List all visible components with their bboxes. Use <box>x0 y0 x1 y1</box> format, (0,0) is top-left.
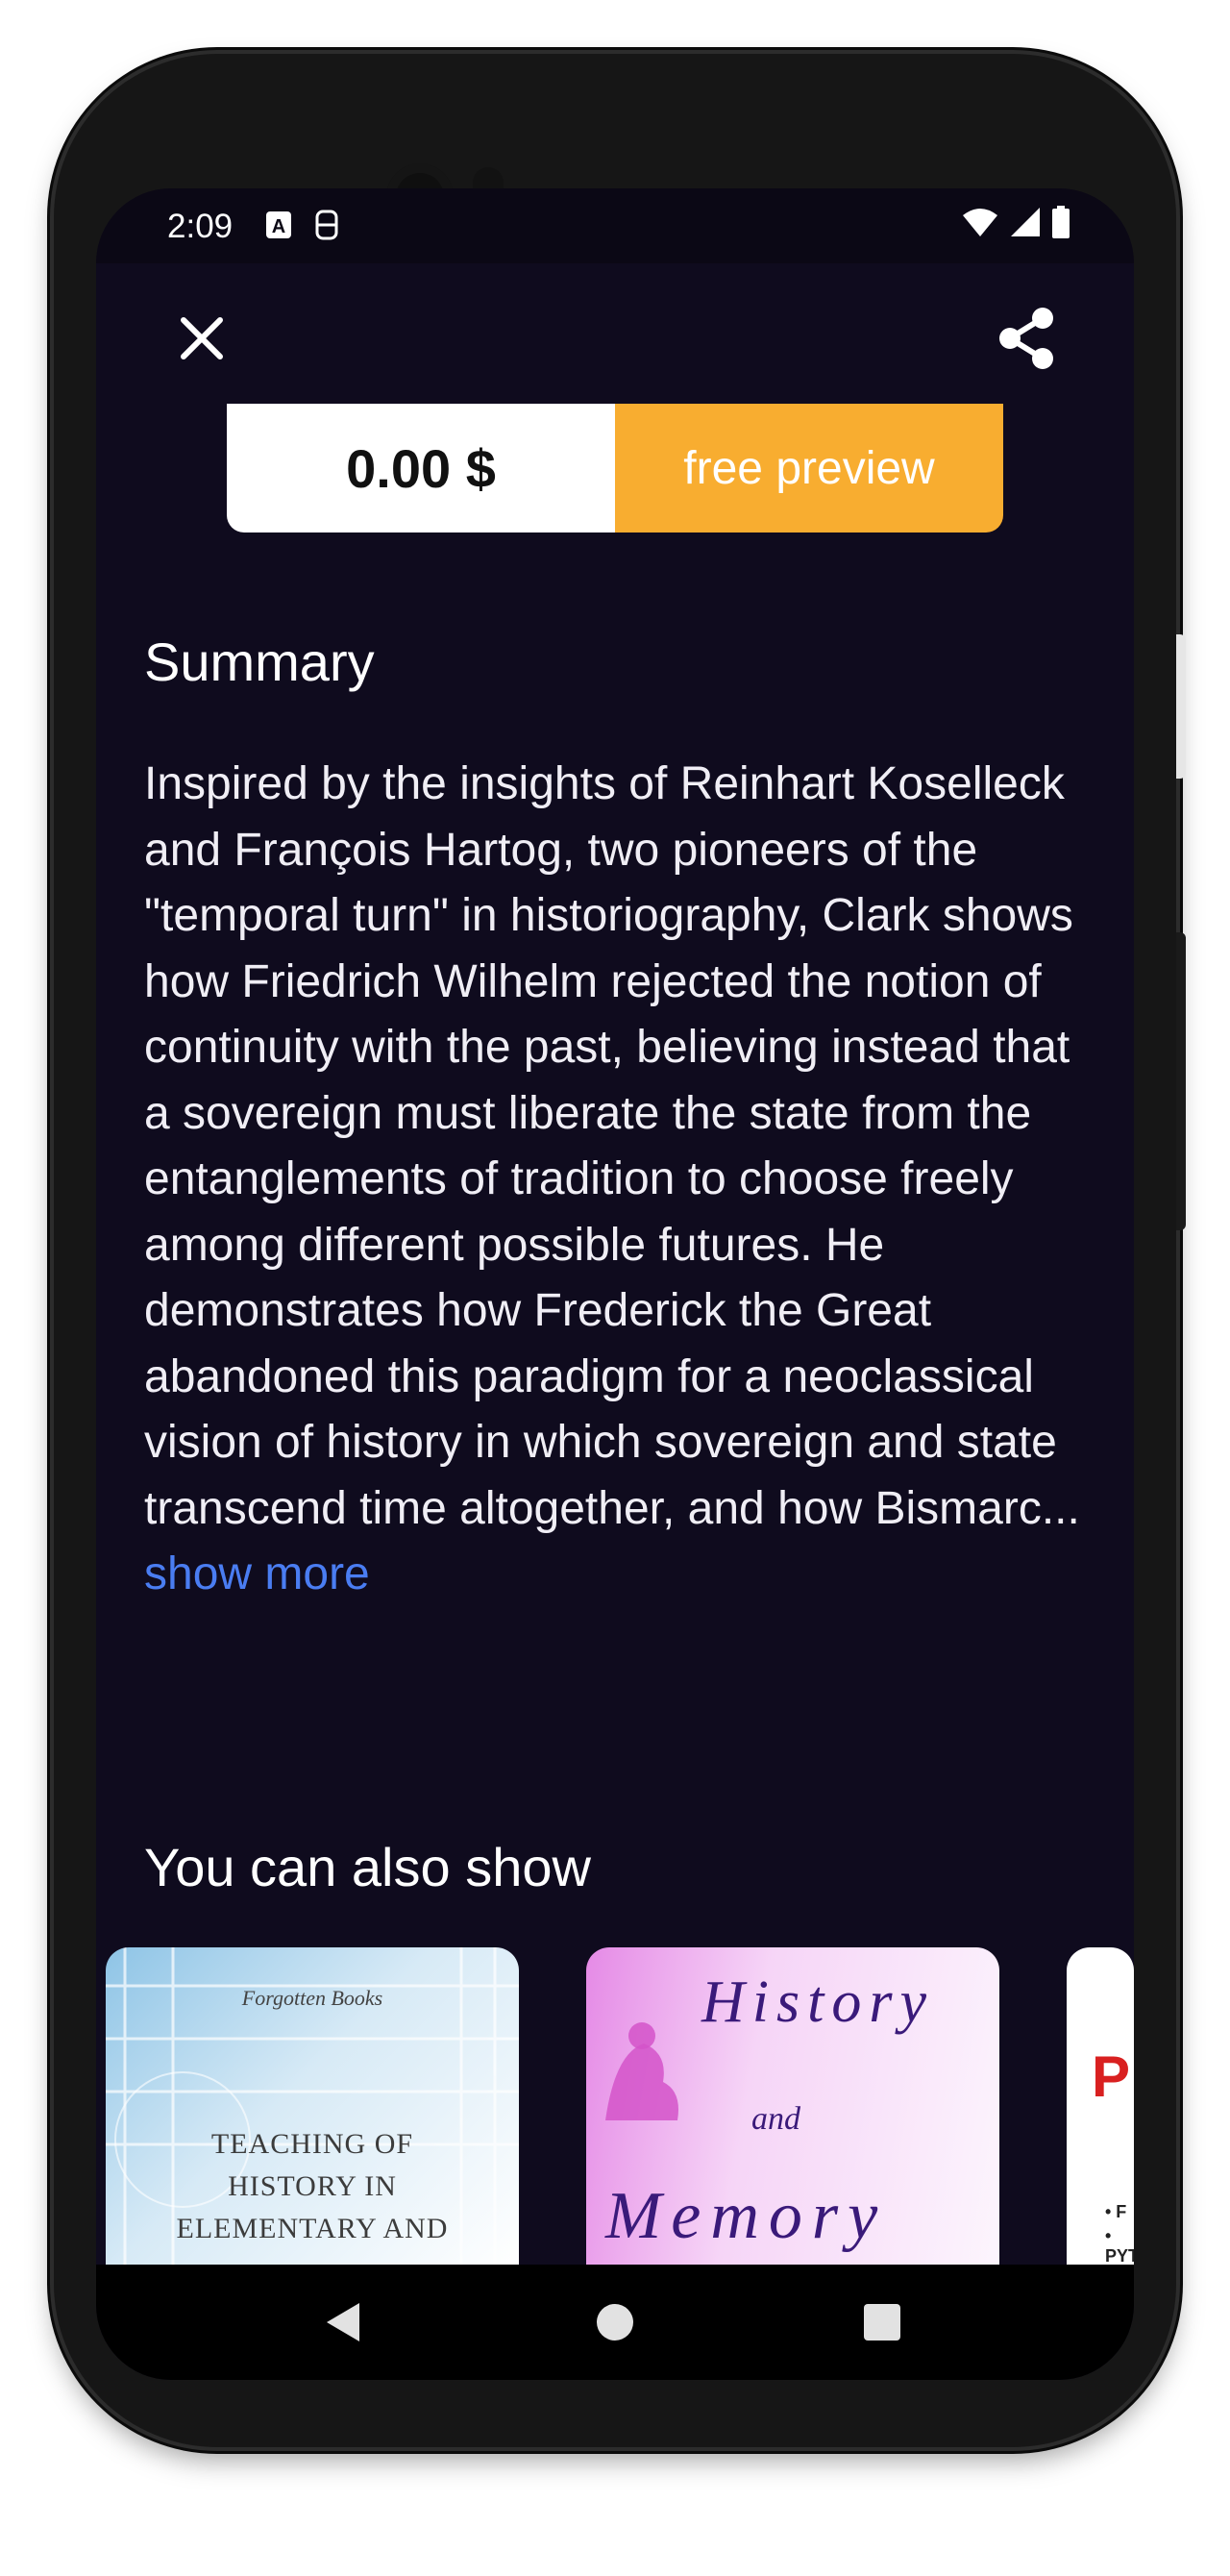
volume-button <box>1176 932 1186 1230</box>
share-icon <box>996 307 1056 374</box>
share-button[interactable] <box>980 294 1072 386</box>
show-more-link[interactable]: show more <box>144 1548 370 1599</box>
summary-body: Inspired by the insights of Reinhart Kos… <box>144 758 1080 1534</box>
a-notification-icon: A <box>265 210 292 240</box>
book-cover-bullet-1: • F <box>1105 2202 1127 2221</box>
close-icon <box>180 316 224 364</box>
book-title-history: History <box>701 1969 934 2035</box>
book-cover-letters: PI <box>1092 2044 1134 2109</box>
book-title-memory: Memory <box>605 2179 888 2253</box>
recommendations-title: You can also show <box>144 1837 591 1897</box>
book-title-and: and <box>751 2101 800 2137</box>
status-right-icons <box>961 206 1070 247</box>
recommendations-carousel[interactable]: Forgotten Books TEACHING OF HISTORY IN E… <box>106 1947 1134 2265</box>
battery-icon <box>1051 206 1070 247</box>
status-time: 2:09 <box>167 208 234 245</box>
wifi-icon <box>961 206 999 247</box>
home-circle-icon[interactable] <box>596 2303 634 2345</box>
book-publisher: Forgotten Books <box>241 1986 383 2010</box>
price-box: 0.00 $ free preview <box>227 404 1003 533</box>
book-card-teaching-history[interactable]: Forgotten Books TEACHING OF HISTORY IN E… <box>106 1947 519 2265</box>
top-app-bar <box>96 263 1134 408</box>
book-title-line-3: ELEMENTARY AND <box>176 2213 449 2244</box>
free-preview-button[interactable]: free preview <box>615 404 1003 533</box>
close-button[interactable] <box>156 294 248 386</box>
status-bar: 2:09 A <box>96 188 1134 263</box>
book-card-partial[interactable]: PI • F • PYT <box>1067 1947 1134 2265</box>
book-card-history-and-memory[interactable]: History and Memory <box>586 1947 999 2265</box>
power-button <box>1176 634 1186 779</box>
book-title-line-1: TEACHING OF <box>210 2128 414 2160</box>
summary-text: Inspired by the insights of Reinhart Kos… <box>144 752 1095 1608</box>
book-cover-bullet-2: • PYT <box>1105 2226 1134 2265</box>
price-label: 0.00 $ <box>227 404 615 533</box>
back-triangle-icon[interactable] <box>323 2301 361 2347</box>
summary-title: Summary <box>144 632 375 692</box>
app-screen: 2:09 A 0.00 $ free preview Summary Inspi… <box>96 188 1134 2380</box>
recents-square-icon[interactable] <box>863 2303 901 2345</box>
signal-icon <box>1009 206 1042 247</box>
navigation-bar <box>96 2265 1134 2380</box>
svg-text:A: A <box>272 216 285 237</box>
book-title-line-2: HISTORY IN <box>228 2170 397 2202</box>
screenshot-icon <box>313 210 340 240</box>
